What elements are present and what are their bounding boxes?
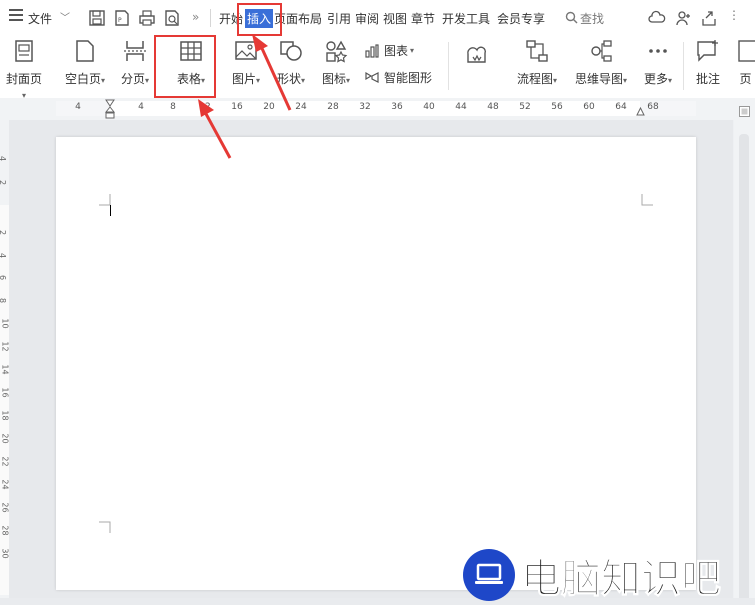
tutorial-arrows (198, 34, 292, 159)
watermark: 电脑知识吧 (463, 546, 722, 604)
arrow-to-table-button (198, 99, 232, 159)
arrow-to-insert-tab (252, 34, 292, 111)
watermark-text: 电脑知识吧 (521, 556, 722, 603)
laptop-icon (475, 563, 503, 584)
watermark-logo (463, 549, 515, 601)
